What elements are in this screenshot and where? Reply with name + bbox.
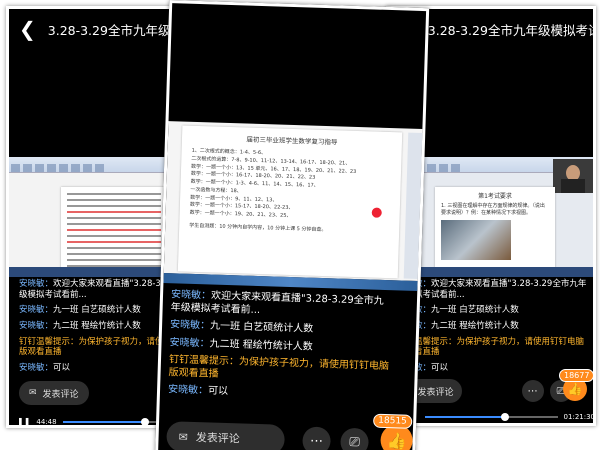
chat-sender: 安晓敏：	[169, 319, 211, 332]
chat-text: 可以	[53, 362, 71, 373]
doc-footer: 学生自测题：10 分钟内自学内容，10 分钟上课 5 分钟自查。	[189, 222, 327, 233]
chat-message: 安晓敏：可以	[397, 363, 587, 374]
pause-icon[interactable]: ❚❚	[17, 417, 30, 425]
chat-sender: 安晓敏：	[167, 384, 209, 397]
back-chevron-icon[interactable]: ❮	[19, 17, 36, 41]
chat-sender: 钉钉温馨提示：	[19, 336, 79, 347]
chat-message: 安晓敏：欢迎大家来观看直播"3.28-3.29全市九年级模拟考试看前...	[170, 289, 391, 321]
chat-message: 钉钉温馨提示：为保护孩子视力，请使用钉钉电脑版观看直播	[168, 354, 389, 386]
chat-text: 九二班 程绘竹统计人数	[53, 320, 141, 331]
comment-input[interactable]: ✉ 发表评论	[19, 381, 89, 405]
more-button[interactable]: ⋯	[302, 426, 331, 450]
chat-text: 九二班 程绘竹统计人数	[209, 337, 313, 353]
playback-progress[interactable]: 01:21:30	[419, 413, 595, 421]
time-total: 01:21:30	[563, 413, 595, 421]
page-title: 3.28-3.29全市九年级模拟考试...	[427, 22, 596, 38]
document-page	[61, 187, 167, 271]
live-screen-center: 届初三毕业班学生数学复习指导 1、二次根式的概念：1-4、5-6、 二次根式的运算…	[154, 0, 430, 450]
more-icon: ⋯	[309, 433, 324, 449]
chat-text: 九二班 程绘竹统计人数	[431, 320, 519, 331]
document-page: 届初三毕业班学生数学复习指导 1、二次根式的概念：1-4、5-6、 二次根式的运算…	[177, 125, 403, 279]
chat-message: 安晓敏：可以	[168, 384, 388, 403]
thumbs-up-icon: 👍	[386, 430, 407, 450]
chat-text: 九一班 白艺硕统计人数	[431, 305, 519, 316]
progress-knob[interactable]	[140, 417, 149, 425]
comment-icon: ✉	[178, 430, 189, 444]
video-player[interactable]: 届初三毕业班学生数学复习指导 1、二次根式的概念：1-4、5-6、 二次根式的运算…	[163, 121, 429, 282]
teacher-camera	[553, 159, 593, 193]
time-current: 44:48	[36, 417, 57, 426]
chat-message: 安晓敏：九一班 白艺硕统计人数	[170, 319, 390, 338]
chat-sender: 钉钉温馨提示：	[168, 354, 240, 368]
chat-sender: 安晓敏：	[19, 362, 54, 373]
chat-sender: 安晓敏：	[19, 320, 54, 331]
chat-sender: 安晓敏：	[19, 305, 54, 316]
chat-message: 安晓敏：九一班 白艺硕统计人数	[397, 305, 587, 316]
chat-text: 可以	[207, 385, 229, 398]
chat-message: 安晓敏：欢迎大家来观看直播"3.28-3.29全市九年级模拟考试看前...	[397, 279, 587, 300]
share-icon: ⎚	[349, 434, 360, 450]
progress-knob[interactable]	[500, 413, 509, 421]
comment-input[interactable]: ✉ 发表评论	[166, 421, 286, 450]
doc-heading: 第1考试要求	[478, 193, 512, 200]
chat-message: 安晓敏：九二班 程绘竹统计人数	[397, 321, 587, 332]
chat-message: 钉钉温馨提示：为保护孩子视力，请使用钉钉电脑版观看直播	[397, 337, 587, 358]
thumbs-up-icon: 👍	[567, 382, 583, 396]
comment-icon: ✉	[29, 388, 37, 398]
progress-track[interactable]	[425, 413, 558, 421]
more-icon: ⋯	[527, 385, 538, 397]
chat-text: 九一班 白艺硕统计人数	[209, 320, 314, 335]
doc-text: 1. 三视图在理解中存在方面规律的规律。（说出要求说明）？例：在某种情况下求视图…	[441, 203, 545, 216]
doc-photo	[441, 220, 511, 260]
share-button[interactable]: ⎚	[340, 427, 369, 450]
document-page: 第1考试要求 1. 三视图在理解中存在方面规律的规律。（说出要求说明）？例：在某…	[435, 187, 555, 271]
chat-sender: 安晓敏：	[19, 279, 54, 289]
like-count: 18515	[372, 413, 413, 429]
chat-sender: 安晓敏：	[170, 289, 212, 302]
like-count: 18677	[559, 369, 593, 382]
chat-text: 九一班 白艺硕统计人数	[53, 305, 141, 316]
doc-heading: 届初三毕业班学生数学复习指导	[246, 135, 338, 147]
chat-list: 安晓敏：欢迎大家来观看直播"3.28-3.29全市九年级模拟考试看前...安晓敏…	[168, 289, 391, 408]
chat-sender: 安晓敏：	[169, 336, 210, 349]
chat-list: 安晓敏：欢迎大家来观看直播"3.28-3.29全市九年级模拟考试看前... 安晓敏…	[397, 279, 587, 378]
more-button[interactable]: ⋯	[521, 380, 544, 402]
chat-message: 安晓敏：九二班 程绘竹统计人数	[169, 337, 389, 356]
doc-lines: 1、二次根式的概念：1-4、5-6、 二次根式的运算：7-8、9-10、11-12…	[189, 148, 391, 224]
chat-text: 可以	[431, 362, 449, 373]
